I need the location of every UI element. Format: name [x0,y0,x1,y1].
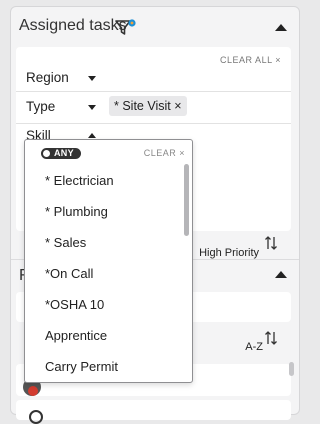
filter-icon[interactable] [115,19,137,37]
type-dropdown-icon[interactable] [88,105,96,110]
divider [16,123,291,124]
type-filter-label[interactable]: Type [26,99,55,114]
avatar [29,410,43,424]
skill-dropdown-open-icon[interactable] [88,133,96,138]
list-scrollbar[interactable] [289,362,294,376]
toggle-label: ANY [54,148,74,158]
clear-all-button[interactable]: CLEAR ALL × [220,55,281,65]
dropdown-clear-button[interactable]: CLEAR × [144,148,185,158]
alpha-sort-label[interactable]: A-Z [245,341,263,353]
collapse-caret-icon[interactable] [275,24,287,31]
skill-option[interactable]: *OSHA 10 [45,297,104,312]
site-visit-chip[interactable]: * Site Visit × [109,96,187,116]
skill-option[interactable]: * Electrician [45,173,114,188]
status-dot [28,386,38,396]
skill-option[interactable]: *On Call [45,266,93,281]
sort-icon[interactable] [264,235,278,251]
skill-option[interactable]: Carry Permit [45,359,118,374]
high-priority-sort[interactable]: High Priority [199,247,259,259]
region-filter-label[interactable]: Region [26,70,69,85]
panel-title: Assigned tasks [19,17,127,34]
region-dropdown-icon[interactable] [88,76,96,81]
collapse-caret-icon[interactable] [275,271,287,278]
any-toggle[interactable]: ANY [41,148,81,159]
toggle-knob [43,150,50,157]
divider [16,91,291,92]
skill-option[interactable]: Apprentice [45,328,107,343]
skill-dropdown-menu: ANY CLEAR × * Electrician * Plumbing * S… [24,139,193,383]
task-list-item[interactable] [16,400,291,424]
dropdown-scrollbar[interactable] [184,164,189,236]
skill-option[interactable]: * Plumbing [45,204,108,219]
skill-option[interactable]: * Sales [45,235,86,250]
sort-icon[interactable] [264,330,278,346]
